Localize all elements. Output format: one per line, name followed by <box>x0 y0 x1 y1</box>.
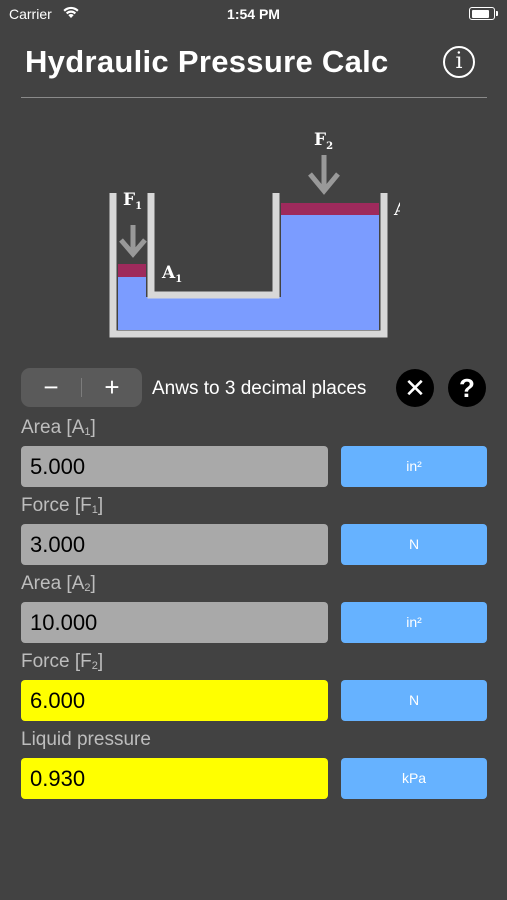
area-a1-label: Area [A1] <box>21 417 96 438</box>
force-f1-input[interactable]: 3.000 <box>21 524 328 565</box>
arrow-f1-icon <box>119 225 147 258</box>
close-icon: ✕ <box>404 373 426 403</box>
pressure-unit-button[interactable]: kPa <box>341 758 487 799</box>
label-f2: F2 <box>314 130 333 152</box>
hydraulic-diagram: F1 A1 F2 A2 <box>109 130 400 338</box>
help-button[interactable]: ? <box>448 369 486 407</box>
area-a1-unit-button[interactable]: in² <box>341 446 487 487</box>
clear-button[interactable]: ✕ <box>396 369 434 407</box>
pressure-label: Liquid pressure <box>21 729 151 750</box>
force-f1-label: Force [F1] <box>21 495 104 516</box>
pressure-result[interactable]: 0.930 <box>21 758 328 799</box>
force-f2-label: Force [F2] <box>21 651 104 672</box>
decimal-stepper: − + <box>21 368 142 407</box>
area-a2-unit-button[interactable]: in² <box>341 602 487 643</box>
force-f2-result[interactable]: 6.000 <box>21 680 328 721</box>
increment-button[interactable]: + <box>82 368 142 407</box>
area-a2-label: Area [A2] <box>21 573 96 594</box>
label-a2: A2 <box>393 200 400 222</box>
battery-icon <box>469 7 498 20</box>
info-button[interactable]: i <box>443 46 475 78</box>
area-a2-input[interactable]: 10.000 <box>21 602 328 643</box>
piston-small <box>118 264 146 277</box>
label-f1: F1 <box>123 190 142 212</box>
header-divider <box>21 97 487 98</box>
arrow-f2-icon <box>308 155 340 195</box>
page-title: Hydraulic Pressure Calc <box>25 44 389 79</box>
piston-large <box>281 203 379 215</box>
clock: 1:54 PM <box>227 6 280 22</box>
liquid <box>118 215 379 330</box>
force-f2-unit-button[interactable]: N <box>341 680 487 721</box>
area-a1-input[interactable]: 5.000 <box>21 446 328 487</box>
status-bar: Carrier 1:54 PM <box>0 0 507 28</box>
label-a1: A1 <box>161 263 182 285</box>
decimal-places-text: Anws to 3 decimal places <box>152 378 367 399</box>
force-f1-unit-button[interactable]: N <box>341 524 487 565</box>
decrement-button[interactable]: − <box>21 368 81 407</box>
